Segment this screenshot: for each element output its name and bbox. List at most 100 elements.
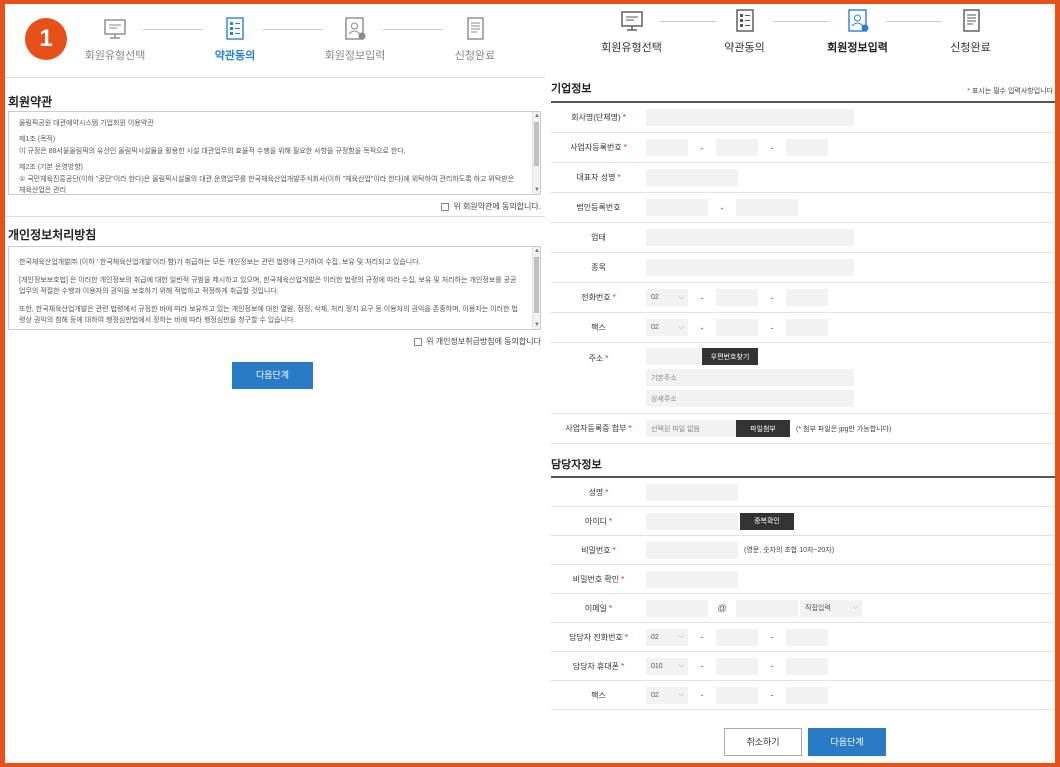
user-id-input[interactable] — [646, 512, 738, 530]
mobile-part3[interactable] — [786, 657, 828, 675]
duplicate-check-button[interactable]: 중복확인 — [740, 512, 794, 530]
field-label: 사업자등록번호 * — [570, 143, 627, 152]
privacy-agree-label[interactable]: 위 개인정보취급방침에 동의합니다 — [426, 336, 541, 347]
privacy-textbox[interactable]: 한국체육산업개발㈜ (이하 ' 한국체육산업개발'이라 함)가 취급하는 모든 … — [8, 246, 541, 330]
row-manager-mobile: 담당자 휴대폰 * 010 ⌵ - - — [551, 652, 1055, 681]
divider — [5, 77, 545, 78]
step-member-info: 회원정보입력 — [295, 16, 415, 63]
manager-phone-part2[interactable] — [716, 628, 758, 646]
mobile-prefix-select[interactable]: 010 ⌵ — [646, 657, 688, 675]
row-fax: 팩스 02 ⌵ - - — [551, 313, 1055, 343]
corp-reg-no-part1[interactable] — [646, 199, 708, 216]
biz-reg-no-part2[interactable] — [716, 139, 758, 156]
row-attachment: 사업자등록증 첨부 * 선택된 파일 없음 파일첨부 (* 첨부 파일은 jpg만… — [551, 414, 1055, 444]
phone-part3[interactable] — [786, 289, 828, 306]
zipcode-input[interactable] — [646, 348, 702, 365]
row-manager-name: 성명 * — [551, 478, 1055, 507]
row-address: 주소 * 우편번호찾기 기본주소 상세주소 — [551, 343, 1055, 414]
file-hint: (* 첨부 파일은 jpg만 가능합니다) — [796, 425, 892, 433]
next-step-button[interactable]: 다음단계 — [232, 362, 313, 389]
email-local-input[interactable] — [646, 599, 708, 617]
phone-area-select[interactable]: 02 ⌵ — [646, 289, 688, 306]
biz-reg-no-part3[interactable] — [786, 139, 828, 156]
terms-textbox[interactable]: 올림픽공원 대관예약시스템 기업회원 이용약관 제1조 (목적) 이 규정은 8… — [8, 111, 541, 195]
mobile-part2[interactable] — [716, 657, 758, 675]
step-label: 회원유형선택 — [84, 50, 146, 62]
row-ceo-name: 대표자 성명 * — [551, 163, 1055, 193]
email-domain-input[interactable] — [736, 599, 798, 617]
privacy-line: 또한, 한국체육산업개발은 관련 법령에서 규정한 바에 따라 보유하고 있는 … — [19, 306, 518, 324]
fax-part2[interactable] — [716, 319, 758, 336]
email-domain-select[interactable]: 직접입력 ⌵ — [800, 599, 862, 617]
monitor-icon — [620, 11, 643, 31]
terms-agree-checkbox[interactable] — [441, 202, 450, 211]
company-info-table: 회사명(단체명) * 사업자등록번호 * - - 대표자 성명 * 법인등록번호 - — [551, 101, 1055, 444]
chevron-down-icon: ⌵ — [678, 633, 684, 640]
row-business-type: 업태 — [551, 223, 1055, 253]
manager-name-input[interactable] — [646, 483, 738, 501]
step-label: 회원정보입력 — [324, 50, 386, 62]
privacy-scrollbar[interactable]: ▲ ▼ — [532, 247, 540, 329]
manager-fax-part2[interactable] — [716, 686, 758, 704]
step-label: 신청완료 — [950, 42, 991, 54]
manager-fax-part3[interactable] — [786, 686, 828, 704]
scroll-up-icon[interactable]: ▲ — [533, 112, 540, 120]
scroll-down-icon[interactable]: ▼ — [533, 321, 540, 329]
terms-line: 올림픽공원 대관예약시스템 기업회원 이용약관 — [19, 120, 154, 127]
required-note: * 표시는 필수 입력사항입니다. — [967, 88, 1055, 95]
fax-area-select[interactable]: 02 ⌵ — [646, 319, 688, 336]
step-member-info: 회원정보입력 — [801, 8, 914, 55]
business-type-input[interactable] — [646, 229, 854, 246]
phone-part2[interactable] — [716, 289, 758, 306]
privacy-title: 개인정보처리방침 — [8, 228, 97, 242]
field-label: 회사명(단체명) * — [571, 113, 626, 122]
terms-agree-label[interactable]: 위 회원약관에 동의합니다. — [453, 201, 541, 212]
address-detail-input[interactable]: 상세주소 — [646, 390, 854, 407]
signup-stepper-left: 회원유형선택 약관동의 회원정보입력 신청완료 — [55, 16, 535, 63]
terms-scrollbar[interactable]: ▲ ▼ — [532, 112, 540, 194]
address-basic-input[interactable]: 기본주소 — [646, 369, 854, 386]
cancel-button[interactable]: 취소하기 — [724, 728, 802, 756]
biz-reg-no-part1[interactable] — [646, 139, 688, 156]
step-label: 신청완료 — [454, 50, 496, 62]
scroll-up-icon[interactable]: ▲ — [533, 247, 540, 255]
chevron-down-icon: ⌵ — [678, 323, 684, 331]
user-form-icon — [345, 17, 366, 40]
terms-line: 이 규정은 88서울올림픽의 유산인 올림픽시설물을 활용한 시설 대관업무의 … — [19, 148, 406, 155]
zipcode-search-button[interactable]: 우편번호찾기 — [702, 348, 758, 365]
field-label: 성명 * — [588, 487, 609, 497]
ceo-name-input[interactable] — [646, 169, 738, 186]
password-hint: (영문, 숫자의 조합 10자~20자) — [744, 547, 835, 554]
chevron-down-icon: ⌵ — [852, 604, 858, 611]
terms-agree[interactable]: 위 회원약관에 동의합니다. — [441, 201, 541, 212]
scroll-down-icon[interactable]: ▼ — [533, 186, 540, 194]
manager-fax-area-select[interactable]: 02 ⌵ — [646, 686, 688, 704]
password-confirm-input[interactable] — [646, 570, 738, 588]
field-label: 사업자등록증 첨부 * — [565, 424, 632, 433]
manager-phone-area-select[interactable]: 02 ⌵ — [646, 628, 688, 646]
corp-reg-no-part2[interactable] — [736, 199, 798, 216]
member-info-panel: 회원유형선택 약관동의 회원정보입력 신청완료 기업정보 * 표시는 필수 입력… — [545, 4, 1055, 763]
password-input[interactable] — [646, 541, 738, 559]
monitor-icon — [104, 19, 126, 39]
file-attach-button[interactable]: 파일첨부 — [736, 420, 790, 437]
field-label: 종목 — [591, 263, 606, 272]
terms-agreement-panel: 1 회원유형선택 약관동의 회원정보입력 신청완료 회원약관 올림픽공원 대관예… — [5, 4, 545, 763]
scroll-thumb[interactable] — [534, 257, 539, 313]
privacy-agree[interactable]: 위 개인정보취급방침에 동의합니다 — [414, 336, 541, 347]
fax-part3[interactable] — [786, 319, 828, 336]
step-complete: 신청완료 — [914, 8, 1027, 55]
field-label: 전화번호 * — [581, 293, 616, 302]
company-name-input[interactable] — [646, 109, 854, 126]
business-item-input[interactable] — [646, 259, 854, 276]
scroll-thumb[interactable] — [534, 122, 539, 166]
privacy-agree-checkbox[interactable] — [414, 337, 423, 346]
field-label: 법인등록번호 — [576, 203, 621, 212]
manager-phone-part3[interactable] — [786, 628, 828, 646]
step-label: 약관동의 — [724, 42, 765, 54]
next-step-button[interactable]: 다음단계 — [808, 728, 886, 756]
chevron-down-icon: ⌵ — [678, 293, 684, 301]
terms-line: 제2조 (기본 운영방향) — [19, 164, 83, 171]
required-note-text: 표시는 필수 입력사항입니다. — [971, 88, 1055, 95]
manager-info-table: 성명 * 아이디 * 중복확인 비밀번호 * (영문, 숫자의 조합 10자~20자)… — [551, 476, 1055, 710]
